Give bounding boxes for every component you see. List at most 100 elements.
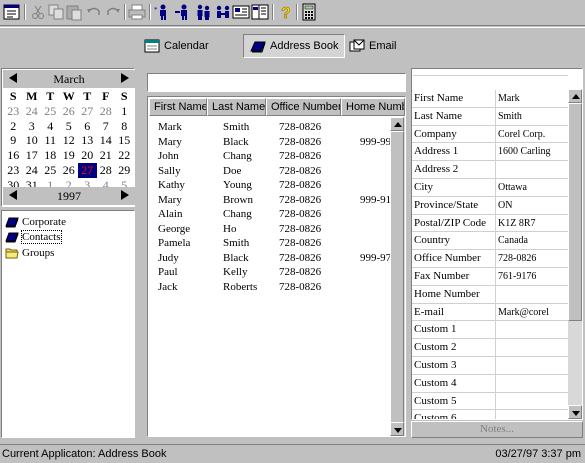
field-row[interactable]: Custom 2 (412, 339, 569, 357)
field-value[interactable] (495, 321, 569, 339)
field-value[interactable]: Mark@corel (495, 303, 569, 321)
calendar-day[interactable]: 4 (41, 119, 60, 134)
calendar-day[interactable]: 18 (41, 148, 60, 163)
field-value[interactable]: 761-9176 (495, 267, 569, 285)
scroll-down-button[interactable] (390, 422, 404, 436)
calendar-day[interactable]: 28 (97, 163, 116, 178)
help-icon[interactable]: ? (277, 3, 295, 21)
category-contacts[interactable]: Contacts (5, 230, 62, 244)
field-row[interactable]: Home Number (412, 285, 569, 304)
prev-year-arrow-icon[interactable] (9, 190, 17, 200)
scroll-thumb[interactable] (390, 131, 404, 425)
new-person-icon[interactable] (174, 3, 192, 21)
field-value[interactable]: ON (495, 196, 569, 214)
undo-icon[interactable] (85, 3, 103, 21)
table-row[interactable]: Mary Black 728-0826 999-99 (148, 136, 391, 151)
table-row[interactable]: Jack Roberts 728-0826 (148, 281, 388, 296)
calendar-day[interactable]: 16 (4, 148, 23, 163)
next-year-arrow-icon[interactable] (121, 190, 129, 200)
print-icon[interactable] (128, 3, 146, 21)
notes-button[interactable]: Notes... (411, 421, 583, 438)
field-value[interactable]: 1600 Carling (495, 143, 569, 161)
table-row[interactable]: Kathy Young 728-0826 (148, 179, 388, 194)
scroll-up-button[interactable] (390, 117, 404, 131)
calendar-day[interactable]: 24 (23, 163, 42, 178)
address-book-mode-button[interactable]: Address Book (243, 34, 346, 58)
table-row[interactable]: Judy Black 728-0826 999-97 (148, 252, 391, 267)
calendar-day[interactable]: 25 (41, 104, 60, 119)
field-value[interactable]: Smith (495, 107, 569, 125)
redo-icon[interactable] (104, 3, 122, 21)
calendar-day[interactable]: 27 (78, 162, 97, 178)
calculator-icon[interactable] (300, 3, 318, 21)
field-row[interactable]: Custom 4 (412, 374, 569, 393)
table-row[interactable]: Sally Doe 728-0826 (148, 165, 388, 180)
prev-month-arrow-icon[interactable] (9, 73, 17, 83)
field-row[interactable]: E-mail Mark@corel (412, 303, 569, 322)
calendar-day[interactable]: 24 (23, 104, 42, 119)
field-value[interactable]: Mark (495, 90, 569, 107)
calendar-day[interactable]: 21 (97, 148, 116, 163)
field-value[interactable]: 728-0826 (495, 250, 569, 267)
field-row[interactable]: Custom 6 (412, 410, 569, 419)
paste-icon[interactable] (65, 3, 83, 21)
detail-scroll-down-button[interactable] (568, 405, 582, 419)
field-row[interactable]: Company Corel Corp. (412, 125, 569, 144)
next-month-arrow-icon[interactable] (121, 73, 129, 83)
calendar-day[interactable]: 5 (60, 119, 79, 134)
column-header-office-number[interactable]: Office Number (266, 98, 341, 116)
calendar-day[interactable]: 23 (4, 163, 23, 178)
calendar-day[interactable]: 13 (78, 133, 97, 148)
field-row[interactable]: Country Canada (412, 232, 569, 251)
calendar-day[interactable]: 7 (97, 119, 116, 134)
table-row[interactable]: George Ho 728-0826 (148, 223, 388, 238)
table-row[interactable]: Mary Brown 728-0826 999-91 (148, 194, 391, 209)
new-contact-icon[interactable]: * (154, 3, 172, 21)
calendar-day[interactable]: 19 (60, 148, 79, 163)
calendar-day[interactable]: 6 (78, 119, 97, 134)
column-header-last-name[interactable]: Last Name (207, 98, 266, 116)
calendar-day[interactable]: 2 (4, 119, 23, 134)
calendar-day[interactable]: 8 (115, 119, 134, 134)
calendar-day[interactable]: 26 (60, 163, 79, 178)
field-row[interactable]: Province/State ON (412, 196, 569, 215)
field-row[interactable]: Last Name Smith (412, 107, 569, 126)
field-value[interactable]: K1Z 8R7 (495, 214, 569, 232)
field-value[interactable] (495, 410, 569, 419)
category-groups[interactable]: Groups (5, 246, 54, 260)
field-value[interactable]: Ottawa (495, 178, 569, 196)
calendar-day[interactable]: 23 (4, 104, 23, 119)
new-group-icon[interactable] (194, 3, 212, 21)
list-view-icon[interactable] (251, 3, 269, 21)
calendar-day[interactable]: 15 (115, 133, 134, 148)
detail-scroll-thumb[interactable] (568, 103, 582, 321)
detail-scrollbar[interactable] (568, 89, 582, 419)
field-row[interactable]: Custom 3 (412, 356, 569, 375)
field-value[interactable] (495, 161, 569, 178)
calendar-day[interactable]: 12 (60, 133, 79, 148)
field-row[interactable]: Fax Number 761-9176 (412, 267, 569, 286)
field-value[interactable]: Corel Corp. (495, 125, 569, 143)
merge-contacts-icon[interactable] (214, 3, 232, 21)
field-row[interactable]: Address 1 1600 Carling (412, 143, 569, 162)
cut-icon[interactable] (29, 3, 47, 21)
calendar-day[interactable]: 17 (23, 148, 42, 163)
calendar-day[interactable]: 27 (78, 104, 97, 119)
calendar-day[interactable]: 10 (23, 133, 42, 148)
calendar-day[interactable]: 20 (78, 148, 97, 163)
calendar-mode-button[interactable]: Calendar (138, 34, 215, 58)
calendar-day[interactable]: 22 (115, 148, 134, 163)
field-value[interactable] (495, 392, 569, 410)
address-book-app-icon[interactable] (3, 3, 21, 21)
search-input[interactable] (147, 73, 406, 92)
field-row[interactable]: Custom 1 (412, 321, 569, 340)
table-row[interactable]: Paul Kelly 728-0826 (148, 266, 388, 281)
table-row[interactable]: Pamela Smith 728-0826 (148, 237, 388, 252)
calendar-day[interactable]: 3 (23, 119, 42, 134)
calendar-day[interactable]: 26 (60, 104, 79, 119)
table-row[interactable]: Alain Chang 728-0826 (148, 208, 388, 223)
column-header-home-number[interactable]: Home Number (341, 98, 405, 116)
field-row[interactable]: Address 2 (412, 161, 569, 179)
calendar-day[interactable]: 1 (115, 104, 134, 119)
calendar-day[interactable]: 14 (97, 133, 116, 148)
